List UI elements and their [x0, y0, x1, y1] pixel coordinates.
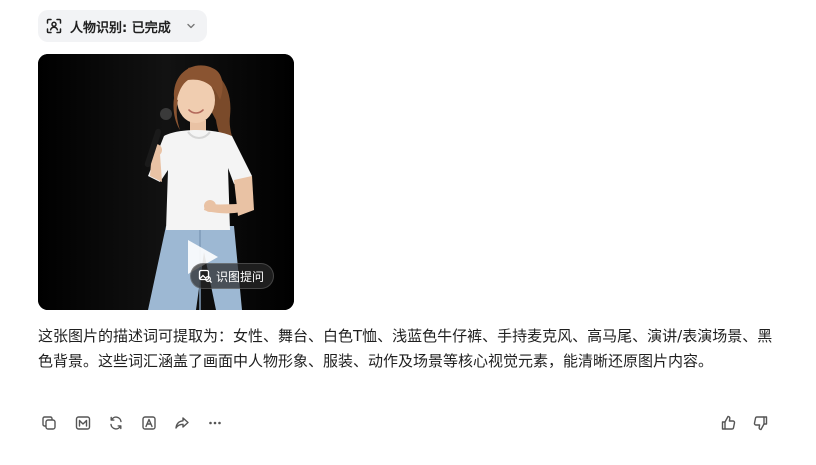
- generated-image[interactable]: 识图提问: [38, 54, 294, 310]
- copy-icon: [42, 416, 56, 430]
- more-icon: [209, 421, 221, 425]
- chat-message: 人物识别: 已完成 识图提问 这张图片的描述词可提取为：女性、舞台、白色T恤、浅…: [0, 0, 816, 465]
- thumbs-down-icon: [753, 416, 768, 431]
- export-icon: [142, 416, 156, 430]
- share-icon: [175, 417, 189, 429]
- copy-button[interactable]: [38, 412, 60, 434]
- status-label: 人物识别: 已完成: [70, 20, 171, 36]
- image-question-button[interactable]: 识图提问: [190, 263, 275, 289]
- image-search-icon: [198, 269, 212, 283]
- markdown-icon: [75, 416, 91, 430]
- dislike-button[interactable]: [750, 412, 772, 434]
- regenerate-button[interactable]: [105, 412, 127, 434]
- thumbs-up-icon: [721, 415, 736, 430]
- answer-text: 这张图片的描述词可提取为：女性、舞台、白色T恤、浅蓝色牛仔裤、手持麦克风、高马尾…: [38, 327, 773, 370]
- chevron-down-icon: [185, 20, 197, 32]
- image-question-label: 识图提问: [216, 269, 265, 284]
- message-action-bar: [38, 412, 778, 436]
- regenerate-icon: [110, 416, 122, 430]
- export-button[interactable]: [138, 412, 160, 434]
- more-button[interactable]: [204, 412, 226, 434]
- share-button[interactable]: [171, 412, 193, 434]
- markdown-button[interactable]: [72, 412, 94, 434]
- like-button[interactable]: [717, 412, 739, 434]
- face-scan-icon: [46, 18, 62, 34]
- recognition-status-chip[interactable]: 人物识别: 已完成: [38, 10, 207, 42]
